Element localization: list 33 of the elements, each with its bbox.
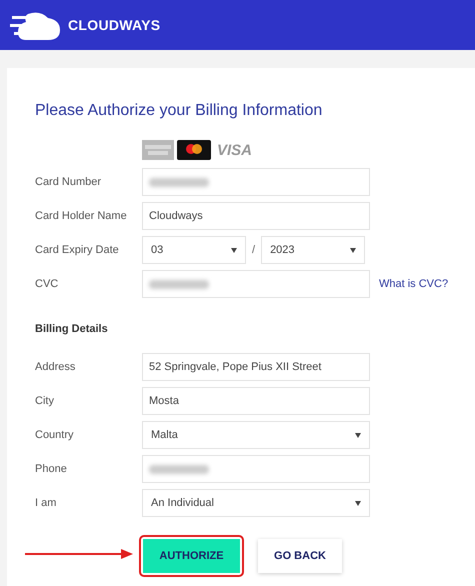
visa-logo: VISA bbox=[217, 142, 252, 158]
section-heading: Billing Details bbox=[35, 323, 109, 335]
caret-icon bbox=[350, 248, 356, 252]
text-field[interactable]: Mosta bbox=[142, 387, 370, 415]
year-select[interactable]: 2023 bbox=[261, 236, 366, 264]
field-label: I am bbox=[35, 497, 58, 509]
amex-card-icon bbox=[142, 140, 174, 160]
page-title: Please Authorize your Billing Information bbox=[35, 102, 324, 120]
select-field[interactable]: An Individual bbox=[142, 489, 370, 517]
field-label: Country bbox=[35, 429, 75, 441]
redacted-field[interactable] bbox=[142, 270, 370, 298]
text-field[interactable]: Cloudways bbox=[142, 202, 370, 230]
field-label: Phone bbox=[35, 463, 68, 475]
field-label: CVC bbox=[35, 278, 60, 290]
month-select[interactable]: 03 bbox=[142, 236, 246, 264]
field-label: Card Number bbox=[35, 176, 102, 188]
field-label: Card Holder Name bbox=[35, 210, 128, 222]
caret-icon bbox=[231, 248, 237, 252]
select-field[interactable]: Malta bbox=[142, 421, 370, 449]
help-link[interactable]: What is CVC? bbox=[379, 278, 448, 290]
field-label: Address bbox=[35, 361, 76, 373]
field-label: City bbox=[35, 395, 55, 407]
back-button[interactable]: GO BACK bbox=[258, 539, 342, 573]
field-label: Card Expiry Date bbox=[35, 244, 120, 256]
text-field[interactable]: 52 Springvale, Pope Pius XII Street bbox=[142, 353, 370, 381]
date-separator: / bbox=[252, 244, 256, 256]
redacted-field[interactable] bbox=[142, 455, 370, 483]
redacted-field[interactable] bbox=[142, 168, 370, 196]
mastercard-icon bbox=[177, 140, 211, 160]
brand-name: CLOUDWAYS bbox=[68, 17, 160, 33]
authorize-button[interactable]: AUTHORIZE bbox=[143, 539, 240, 573]
caret-icon bbox=[355, 500, 361, 506]
caret-icon bbox=[355, 432, 361, 438]
